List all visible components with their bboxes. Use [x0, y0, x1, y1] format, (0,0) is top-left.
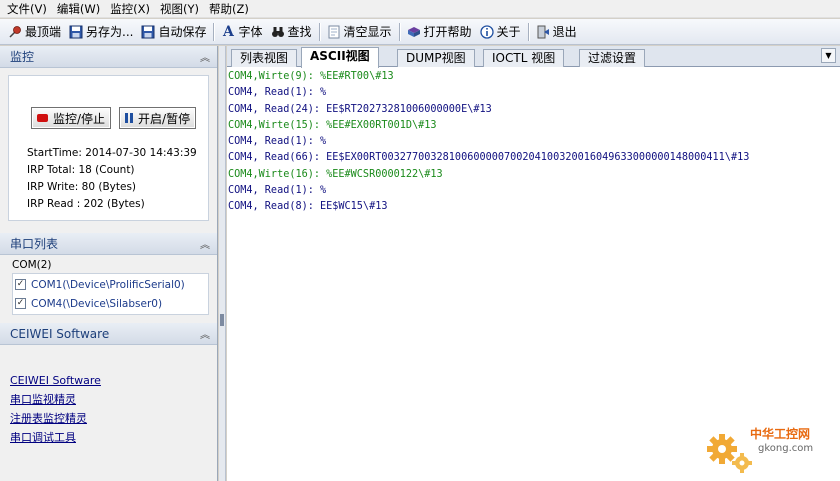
monitor-panel-body: 监控/停止 开启/暂停 StartTime: 2014-07-30 14:43:…	[8, 75, 209, 221]
menu-view[interactable]: 视图(Y)	[157, 1, 206, 17]
exit-label: 退出	[552, 25, 577, 39]
watermark-url: gkong.com	[758, 443, 814, 454]
record-icon	[37, 114, 48, 122]
toolbar-separator	[398, 22, 400, 41]
save-as-button[interactable]: 另存为...	[65, 21, 137, 43]
log-line: COM4, Read(1): %	[228, 136, 327, 148]
clear-button[interactable]: 清空显示	[323, 21, 396, 43]
port-panel-body: COM(2) ✓ COM1(\Device\ProlificSerial0) ✓…	[0, 255, 217, 316]
log-line: COM4, Read(8): EE$WC15\#13	[228, 201, 388, 213]
port-label: COM1(\Device\ProlificSerial0)	[31, 278, 185, 291]
ceiwei-software-link[interactable]: CEIWEI Software	[10, 371, 217, 390]
start-pause-label: 开启/暂停	[138, 111, 191, 126]
about-label: 关于	[496, 25, 521, 39]
binoculars-icon	[271, 25, 285, 39]
tab-label: 列表视图	[240, 51, 289, 65]
start-pause-button[interactable]: 开启/暂停	[119, 107, 197, 129]
toolbar-separator	[318, 22, 320, 41]
pause-icon	[125, 113, 134, 123]
tab-label: ASCII视图	[310, 49, 370, 63]
clear-label: 清空显示	[343, 25, 392, 39]
serial-monitor-link[interactable]: 串口监视精灵	[10, 390, 217, 409]
help-book-icon	[407, 25, 421, 39]
port-panel-title: 串口列表	[10, 237, 59, 251]
software-panel-body: CEIWEI Software 串口监视精灵 注册表监控精灵 串口调试工具	[0, 345, 217, 447]
log-line: COM4,Wirte(15): %EE#EX00RT001D\#13	[228, 119, 437, 131]
auto-save-button[interactable]: 自动保存	[137, 21, 210, 43]
collapse-chevron-icon[interactable]: ︽	[200, 236, 210, 251]
software-panel-header[interactable]: CEIWEI Software ︽	[0, 323, 217, 345]
about-button[interactable]: 关于	[476, 21, 525, 43]
port-list: ✓ COM1(\Device\ProlificSerial0) ✓ COM4(\…	[12, 273, 209, 315]
auto-save-disk-icon	[141, 25, 155, 39]
tab-ioctl-view[interactable]: IOCTL 视图	[483, 49, 565, 67]
exit-button[interactable]: 退出	[532, 21, 581, 43]
log-line: COM4, Read(1): %	[228, 185, 327, 197]
help-label: 打开帮助	[423, 25, 472, 39]
serial-debug-link[interactable]: 串口调试工具	[10, 428, 217, 447]
top-button[interactable]: 最顶端	[4, 21, 65, 43]
tab-dropdown-icon[interactable]: ▼	[821, 48, 836, 63]
font-icon: A	[223, 23, 234, 40]
menu-edit[interactable]: 编辑(W)	[54, 1, 107, 17]
software-panel-title: CEIWEI Software	[10, 326, 110, 341]
log-line: COM4, Read(1): %	[228, 87, 327, 99]
irp-total: IRP Total: 18 (Count)	[27, 164, 135, 176]
tab-ascii-view[interactable]: ASCII视图	[301, 47, 379, 68]
collapse-chevron-icon[interactable]: ︽	[200, 326, 210, 341]
left-panel: 监控 ︽ 监控/停止 开启/暂停 StartTime: 2014-07-30 1…	[0, 46, 218, 481]
splitter-grip-icon[interactable]	[220, 314, 224, 326]
menu-monitor[interactable]: 监控(X)	[107, 1, 157, 17]
tab-list-view[interactable]: 列表视图	[231, 49, 298, 67]
tab-dump-view[interactable]: DUMP视图	[397, 49, 475, 67]
collapse-chevron-icon[interactable]: ︽	[200, 49, 210, 64]
tab-label: IOCTL 视图	[492, 51, 556, 65]
top-label: 最顶端	[25, 25, 62, 39]
monitor-panel-header[interactable]: 监控 ︽	[0, 46, 217, 68]
save-as-label: 另存为...	[86, 25, 134, 39]
checkbox-checked-icon[interactable]: ✓	[15, 298, 26, 309]
find-label: 查找	[287, 25, 312, 39]
tab-filter-settings[interactable]: 过滤设置	[579, 49, 646, 67]
find-button[interactable]: 查找	[267, 21, 316, 43]
monitor-stop-label: 监控/停止	[53, 111, 106, 126]
irp-read: IRP Read : 202 (Bytes)	[27, 198, 145, 210]
pin-icon	[8, 25, 22, 39]
font-label: 字体	[238, 25, 263, 39]
toolbar-separator	[213, 22, 215, 41]
panel-splitter[interactable]	[219, 46, 226, 481]
help-button[interactable]: 打开帮助	[403, 21, 476, 43]
port-group-label: COM(2)	[12, 259, 52, 271]
menu-file[interactable]: 文件(V)	[4, 1, 54, 17]
monitor-panel-title: 监控	[10, 50, 35, 64]
menu-help[interactable]: 帮助(Z)	[206, 1, 256, 17]
port-label: COM4(\Device\Silabser0)	[31, 297, 163, 310]
port-item[interactable]: ✓ COM4(\Device\Silabser0)	[15, 294, 208, 313]
toolbar: 最顶端 另存为... 自动保存 A 字体 查找 清空显示 打开帮助 关于 退出	[0, 19, 840, 45]
log-line: COM4,Wirte(9): %EE#RT00\#13	[228, 71, 394, 82]
save-disk-icon	[69, 25, 83, 39]
log-line: COM4, Read(66): EE$EX00RT003277003281006…	[228, 152, 750, 164]
watermark-title: 中华工控网	[750, 427, 811, 441]
info-icon	[479, 24, 494, 39]
auto-save-label: 自动保存	[158, 25, 207, 39]
gkong-watermark: 中华工控网 gkong.com	[700, 411, 840, 481]
view-tab-bar: 列表视图 ASCII视图 DUMP视图 IOCTL 视图 过滤设置 ▼	[227, 46, 840, 68]
tab-label: DUMP视图	[406, 51, 466, 65]
monitor-stop-button[interactable]: 监控/停止	[31, 107, 112, 129]
menu-bar: 文件(V) 编辑(W) 监控(X) 视图(Y) 帮助(Z)	[0, 0, 840, 18]
checkbox-checked-icon[interactable]: ✓	[15, 279, 26, 290]
port-panel-header[interactable]: 串口列表 ︽	[0, 233, 217, 255]
tab-label: 过滤设置	[588, 51, 637, 65]
clear-page-icon	[327, 25, 341, 39]
irp-write: IRP Write: 80 (Bytes)	[27, 181, 137, 193]
log-line: COM4, Read(24): EE$RT20273281006000000E\…	[228, 103, 492, 115]
registry-monitor-link[interactable]: 注册表监控精灵	[10, 409, 217, 428]
start-time: StartTime: 2014-07-30 14:43:39	[27, 147, 197, 159]
toolbar-separator	[527, 22, 529, 41]
port-item[interactable]: ✓ COM1(\Device\ProlificSerial0)	[15, 275, 208, 294]
log-line: COM4,Wirte(16): %EE#WCSR0000122\#13	[228, 168, 443, 180]
font-button[interactable]: A 字体	[217, 21, 266, 43]
exit-door-icon	[536, 25, 550, 39]
